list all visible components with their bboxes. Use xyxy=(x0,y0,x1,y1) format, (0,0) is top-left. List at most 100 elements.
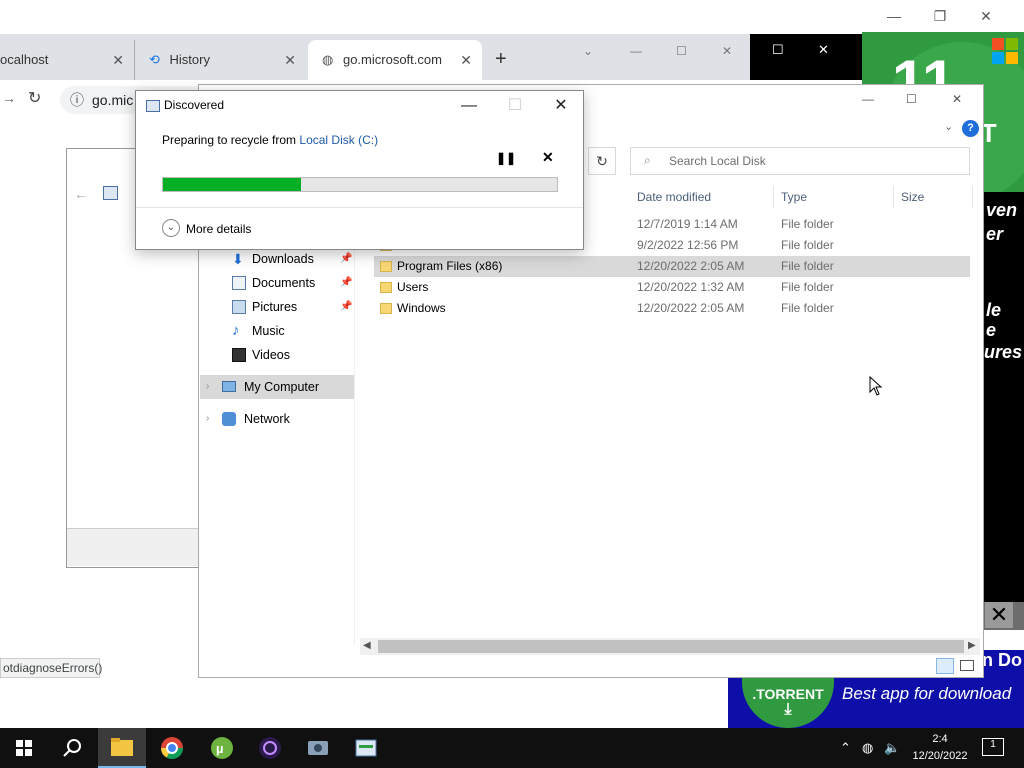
cancel-icon[interactable]: ✕ xyxy=(542,149,554,166)
download-arrow-icon: ⤓ xyxy=(784,701,792,718)
windows-start-icon xyxy=(16,740,32,756)
nav-item-network[interactable]: › Network xyxy=(200,407,355,431)
nav-item-videos[interactable]: Videos xyxy=(200,343,355,367)
tab-search-icon[interactable]: ⌄ xyxy=(583,44,593,58)
ad-side-text-4: e xyxy=(986,320,997,340)
browser-close-x[interactable]: ✕ xyxy=(722,44,732,58)
film-icon xyxy=(232,348,246,362)
taskbar-search-button[interactable] xyxy=(48,728,96,768)
details-view-icon[interactable] xyxy=(936,658,954,674)
nav-item-music[interactable]: ♪ Music xyxy=(200,319,355,343)
tab-label: go.microsoft.com xyxy=(342,52,442,67)
explorer-maximize-button[interactable]: ☐ xyxy=(906,92,917,106)
network-icon xyxy=(222,412,236,426)
column-size[interactable]: Size xyxy=(895,186,973,208)
file-date: 12/7/2019 1:14 AM xyxy=(637,217,738,231)
tab-history[interactable]: ⟲ History ✕ xyxy=(134,40,306,80)
column-type[interactable]: Type xyxy=(775,186,894,208)
large-icons-view-icon[interactable] xyxy=(960,660,974,671)
file-date: 12/20/2022 1:32 AM xyxy=(637,280,745,294)
folder-icon xyxy=(380,261,392,272)
dialog-source-link[interactable]: Local Disk (C:) xyxy=(299,133,378,147)
back-arrow-icon[interactable]: ← xyxy=(74,186,88,202)
browser-maximize-button[interactable]: ☐ xyxy=(772,42,784,58)
tray-chevron-up-icon[interactable]: ⌃ xyxy=(840,740,851,756)
ad-tagline: Best app for download xyxy=(842,684,1012,703)
explorer-close-button[interactable]: ✕ xyxy=(952,92,962,106)
tab-localhost[interactable]: ocalhost ✕ xyxy=(0,40,134,80)
dialog-minimize-button[interactable]: — xyxy=(454,95,484,117)
file-operation-dialog: Discovered — ☐ ✕ Preparing to recycle fr… xyxy=(135,90,584,250)
refresh-button[interactable]: ↻ xyxy=(588,147,616,175)
reload-icon[interactable]: ↻ xyxy=(28,88,41,108)
scroll-right-icon[interactable]: ▶ xyxy=(968,640,976,651)
file-date: 12/20/2022 2:05 AM xyxy=(637,259,745,273)
chevron-right-icon[interactable]: › xyxy=(206,375,209,399)
explorer-minimize-button[interactable]: — xyxy=(862,92,874,106)
file-row[interactable]: Windows 12/20/2022 2:05 AM File folder xyxy=(374,298,970,319)
browser-minimize-button[interactable]: — xyxy=(630,44,642,58)
taskbar-utorrent[interactable]: µ xyxy=(198,728,246,768)
browser-restore-button[interactable]: ☐ xyxy=(676,44,687,58)
scroll-left-icon[interactable]: ◀ xyxy=(363,640,371,651)
pin-icon[interactable]: 📌 xyxy=(340,295,352,319)
tab-close-icon[interactable]: ✕ xyxy=(112,40,124,80)
file-type: File folder xyxy=(781,238,834,252)
notification-icon[interactable]: 1 xyxy=(982,738,1004,756)
ribbon-expand-icon[interactable]: ⌄ xyxy=(944,120,953,133)
music-note-icon: ♪ xyxy=(232,322,240,339)
taskbar-app-purple[interactable] xyxy=(246,728,294,768)
nav-item-documents[interactable]: Documents 📌 xyxy=(200,271,355,295)
taskbar-file-explorer[interactable] xyxy=(98,728,146,768)
folder-icon xyxy=(380,303,392,314)
camera-icon xyxy=(308,741,328,755)
nav-item-pictures[interactable]: Pictures 📌 xyxy=(200,295,355,319)
close-button[interactable]: ✕ xyxy=(976,6,996,26)
nav-item-downloads[interactable]: ⬇ Downloads 📌 xyxy=(200,247,355,271)
file-type: File folder xyxy=(781,217,834,231)
chevron-right-icon[interactable]: › xyxy=(206,407,209,431)
dialog-app-icon xyxy=(146,100,160,112)
restore-button[interactable]: ❐ xyxy=(930,6,950,26)
file-row[interactable]: Users 12/20/2022 1:32 AM File folder xyxy=(374,277,970,298)
pause-icon[interactable]: ❚❚ xyxy=(496,151,516,165)
progress-fill xyxy=(163,178,301,191)
chevron-down-icon[interactable]: ⌄ xyxy=(162,219,180,237)
chrome-icon xyxy=(161,737,183,759)
browser-close-button[interactable]: ✕ xyxy=(818,42,829,58)
taskbar-chrome[interactable] xyxy=(148,728,196,768)
nav-label: Documents xyxy=(252,276,316,290)
tab-close-icon[interactable]: ✕ xyxy=(284,40,296,80)
minimize-button[interactable]: — xyxy=(884,6,904,26)
ad-close-button[interactable]: ✕ xyxy=(985,602,1013,628)
more-details-link[interactable]: More details xyxy=(186,222,251,236)
network-globe-icon[interactable]: ◍ xyxy=(862,740,873,756)
column-date-modified[interactable]: Date modified xyxy=(631,186,774,208)
dialog-close-button[interactable]: ✕ xyxy=(546,95,576,117)
file-name: Program Files (x86) xyxy=(397,259,503,273)
nav-label: Network xyxy=(244,412,290,426)
mouse-cursor xyxy=(869,375,883,399)
view-toggle xyxy=(934,656,980,676)
start-button[interactable] xyxy=(0,728,48,768)
pin-icon[interactable]: 📌 xyxy=(340,271,352,295)
dialog-title: Discovered xyxy=(164,98,225,112)
speaker-icon[interactable]: 🔈 xyxy=(884,740,900,756)
nav-item-my-computer[interactable]: › My Computer xyxy=(200,375,355,399)
file-row-selected[interactable]: Program Files (x86) 12/20/2022 2:05 AM F… xyxy=(374,256,970,277)
tab-go-microsoft[interactable]: ◍ go.microsoft.com ✕ xyxy=(308,40,482,80)
nav-label: Music xyxy=(252,324,285,338)
clock[interactable]: 2:4 12/20/2022 xyxy=(910,731,970,765)
pin-icon[interactable]: 📌 xyxy=(340,247,352,271)
forward-icon[interactable]: → xyxy=(2,90,16,106)
scrollbar-thumb[interactable] xyxy=(378,640,964,653)
tab-close-icon[interactable]: ✕ xyxy=(460,40,472,80)
taskbar-app-window[interactable] xyxy=(342,728,390,768)
new-tab-button[interactable]: + xyxy=(495,48,507,71)
search-input[interactable]: Search Local Disk xyxy=(630,147,970,175)
taskbar-camera[interactable] xyxy=(294,728,342,768)
ad-banner-side[interactable]: ven er le e ures xyxy=(982,192,1024,602)
nav-label: My Computer xyxy=(244,380,320,394)
app-swirl-icon xyxy=(259,737,281,759)
help-icon[interactable]: ? xyxy=(962,120,979,137)
